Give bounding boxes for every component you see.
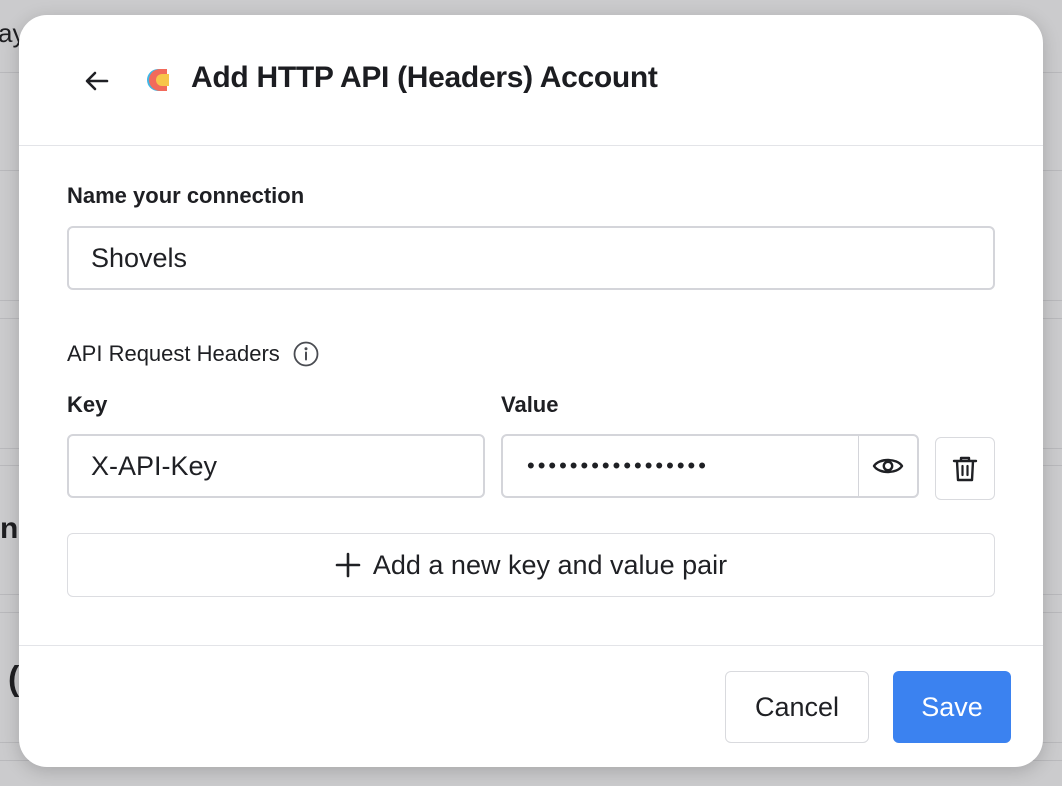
dialog-title: Add HTTP API (Headers) Account — [191, 61, 658, 94]
api-headers-label: API Request Headers — [67, 341, 280, 366]
delete-header-button[interactable] — [935, 437, 995, 500]
background-text-fragment: n — [0, 512, 19, 545]
reveal-value-button[interactable] — [858, 436, 917, 496]
eye-icon — [872, 458, 904, 474]
header-value-input[interactable]: ••••••••••••••••• — [503, 436, 858, 496]
background-text-fragment: ( — [8, 660, 20, 698]
key-column-label: Key — [67, 392, 108, 417]
dialog-header: Add HTTP API (Headers) Account — [19, 15, 1043, 146]
save-button[interactable]: Save — [893, 671, 1011, 743]
add-key-value-pair-button[interactable]: Add a new key and value pair — [67, 533, 995, 597]
header-value-field: ••••••••••••••••• — [501, 434, 919, 498]
footer-divider — [19, 645, 1043, 646]
api-headers-section: API Request Headers — [67, 340, 320, 368]
trash-icon — [952, 456, 978, 481]
connection-name-label: Name your connection — [67, 183, 305, 208]
connection-name-input[interactable] — [67, 226, 995, 290]
value-column-label: Value — [501, 392, 559, 417]
add-key-value-pair-label: Add a new key and value pair — [372, 549, 728, 580]
cancel-button[interactable]: Cancel — [725, 671, 869, 743]
back-button[interactable] — [79, 63, 115, 99]
plus-icon — [335, 552, 361, 578]
header-key-input[interactable] — [67, 434, 485, 498]
info-icon[interactable] — [292, 340, 320, 368]
arrow-left-icon — [85, 71, 109, 91]
add-account-dialog: Add HTTP API (Headers) Account Name your… — [19, 15, 1043, 767]
app-logo-icon — [147, 69, 169, 91]
